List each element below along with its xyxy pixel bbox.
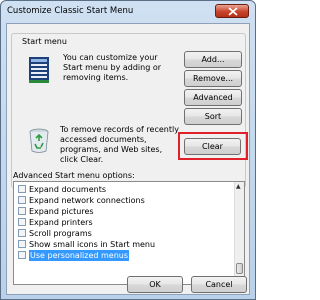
list-item-label: Expand printers bbox=[29, 218, 93, 227]
dialog-body: Start menu You can customize your Start … bbox=[6, 23, 250, 295]
checkbox[interactable] bbox=[18, 196, 26, 204]
start-menu-description: You can customize your Start menu by add… bbox=[63, 53, 161, 82]
window-title: Customize Classic Start Menu bbox=[7, 6, 134, 16]
list-item[interactable]: Expand documents bbox=[16, 184, 228, 195]
list-item-label: Show small icons in Start menu bbox=[29, 240, 156, 249]
advanced-options-label: Advanced Start menu options: bbox=[13, 171, 135, 180]
group-label: Start menu bbox=[20, 37, 69, 46]
checkbox[interactable] bbox=[18, 251, 26, 259]
list-scrollbar[interactable]: ▲ ▼ bbox=[234, 182, 244, 284]
scroll-thumb[interactable] bbox=[236, 263, 243, 274]
scroll-up-icon[interactable]: ▲ bbox=[236, 184, 241, 190]
list-item-label: Expand pictures bbox=[29, 207, 94, 216]
checkbox[interactable] bbox=[18, 218, 26, 226]
sort-button[interactable]: Sort bbox=[184, 108, 242, 125]
ok-button[interactable]: OK bbox=[127, 276, 183, 293]
list-item[interactable]: Show small icons in Start menu bbox=[16, 239, 228, 250]
checkbox[interactable] bbox=[18, 240, 26, 248]
advanced-button[interactable]: Advanced bbox=[184, 89, 242, 106]
start-menu-group: Start menu You can customize your Start … bbox=[11, 33, 248, 188]
start-menu-icon bbox=[29, 57, 49, 83]
list-item-label: Expand documents bbox=[29, 185, 106, 194]
list-item[interactable]: Expand network connections bbox=[16, 195, 228, 206]
dialog-window: Customize Classic Start Menu Start menu … bbox=[0, 0, 256, 300]
list-item[interactable]: Expand pictures bbox=[16, 206, 228, 217]
checkbox[interactable] bbox=[18, 229, 26, 237]
close-button[interactable] bbox=[215, 4, 249, 18]
list-item-label: Expand network connections bbox=[29, 196, 145, 205]
clear-button[interactable]: Clear bbox=[184, 138, 241, 155]
list-item-label: Use personalized menus bbox=[29, 250, 130, 261]
remove-button[interactable]: Remove... bbox=[184, 70, 242, 87]
advanced-options-list[interactable]: Expand documents Expand network connecti… bbox=[13, 181, 245, 285]
checkbox[interactable] bbox=[18, 207, 26, 215]
clear-description: To remove records of recently accessed d… bbox=[60, 125, 179, 164]
list-item-label: Scroll programs bbox=[29, 229, 92, 238]
cancel-button[interactable]: Cancel bbox=[191, 276, 247, 293]
checkbox[interactable] bbox=[18, 185, 26, 193]
list-item-selected[interactable]: Use personalized menus bbox=[16, 250, 228, 261]
recycle-bin-icon bbox=[29, 128, 49, 153]
title-bar: Customize Classic Start Menu bbox=[1, 1, 255, 23]
close-icon bbox=[228, 7, 238, 16]
list-item[interactable]: Expand printers bbox=[16, 217, 228, 228]
list-item[interactable]: Scroll programs bbox=[16, 228, 228, 239]
add-button[interactable]: Add... bbox=[184, 51, 242, 68]
